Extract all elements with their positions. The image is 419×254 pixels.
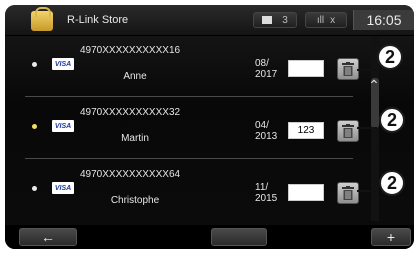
card-holder: Christophe [110, 195, 160, 206]
menu-button[interactable] [211, 228, 267, 246]
bottom-bar: ← + [5, 225, 414, 249]
card-holder: Anne [123, 71, 147, 82]
signal-icon: ıll [316, 14, 325, 26]
trash-icon [342, 62, 354, 76]
app-title: R-Link Store [67, 14, 129, 26]
callout-pointer [357, 69, 377, 71]
trash-icon [342, 124, 354, 138]
bullet-icon [32, 124, 37, 129]
delete-card-button[interactable] [337, 58, 359, 80]
bullet-icon [32, 62, 37, 67]
callout-pointer [357, 190, 377, 192]
cvv-field[interactable] [288, 60, 324, 77]
card-expiry: 04/ 2013 [255, 120, 285, 142]
list-item[interactable]: VISA 4970XXXXXXXXXX16 Anne 08/ 2017 [5, 36, 359, 97]
notification-count: 3 [282, 14, 288, 26]
bullet-icon [32, 186, 37, 191]
callout-badge: 2 [379, 107, 405, 133]
callout-pointer [357, 127, 377, 129]
list-item[interactable]: VISA 4970XXXXXXXXXX32 Martin 04/ 2013 12… [5, 98, 359, 159]
signal-label: x [330, 14, 336, 26]
expiry-month: 08/ [255, 58, 269, 69]
card-expiry: 08/ 2017 [255, 58, 285, 80]
device-screen: R-Link Store 3 ıll x 16:05 VISA 4970XXXX… [5, 5, 414, 249]
status-bar: R-Link Store 3 ıll x 16:05 [5, 5, 414, 36]
notification-indicator[interactable]: 3 [253, 12, 297, 28]
add-card-button[interactable]: + [371, 228, 411, 246]
cvv-field[interactable]: 123 [288, 122, 324, 139]
card-holder: Martin [121, 133, 149, 144]
expiry-year: 2017 [255, 69, 278, 80]
row-divider [25, 96, 353, 97]
delete-card-button[interactable] [337, 120, 359, 142]
clock: 16:05 [353, 10, 414, 30]
card-expiry: 11/ 2015 [255, 182, 285, 204]
card-number: 4970XXXXXXXXXX32 [80, 107, 181, 118]
expiry-month: 04/ [255, 120, 269, 131]
store-bag-icon [31, 7, 53, 31]
card-number: 4970XXXXXXXXXX16 [80, 45, 181, 56]
scroll-up-icon[interactable]: ⌃ [363, 76, 385, 94]
callout-badge: 2 [379, 170, 405, 196]
expiry-month: 11/ [255, 182, 269, 193]
card-number: 4970XXXXXXXXXX64 [80, 169, 181, 180]
row-divider [25, 158, 353, 159]
delete-card-button[interactable] [337, 182, 359, 204]
back-button[interactable]: ← [19, 228, 77, 246]
visa-logo-icon: VISA [52, 120, 74, 132]
trash-icon [342, 186, 354, 200]
signal-indicator: ıll x [305, 12, 347, 28]
expiry-year: 2013 [255, 131, 278, 142]
message-icon [262, 16, 273, 24]
visa-logo-icon: VISA [52, 182, 74, 194]
visa-logo-icon: VISA [52, 58, 74, 70]
card-list: VISA 4970XXXXXXXXXX16 Anne 08/ 2017 VISA… [5, 36, 359, 221]
list-item[interactable]: VISA 4970XXXXXXXXXX64 Christophe 11/ 201… [5, 160, 359, 221]
callout-badge: 2 [377, 44, 403, 70]
cvv-field[interactable] [288, 184, 324, 201]
expiry-year: 2015 [255, 193, 278, 204]
screenshot-frame: R-Link Store 3 ıll x 16:05 VISA 4970XXXX… [0, 0, 419, 254]
